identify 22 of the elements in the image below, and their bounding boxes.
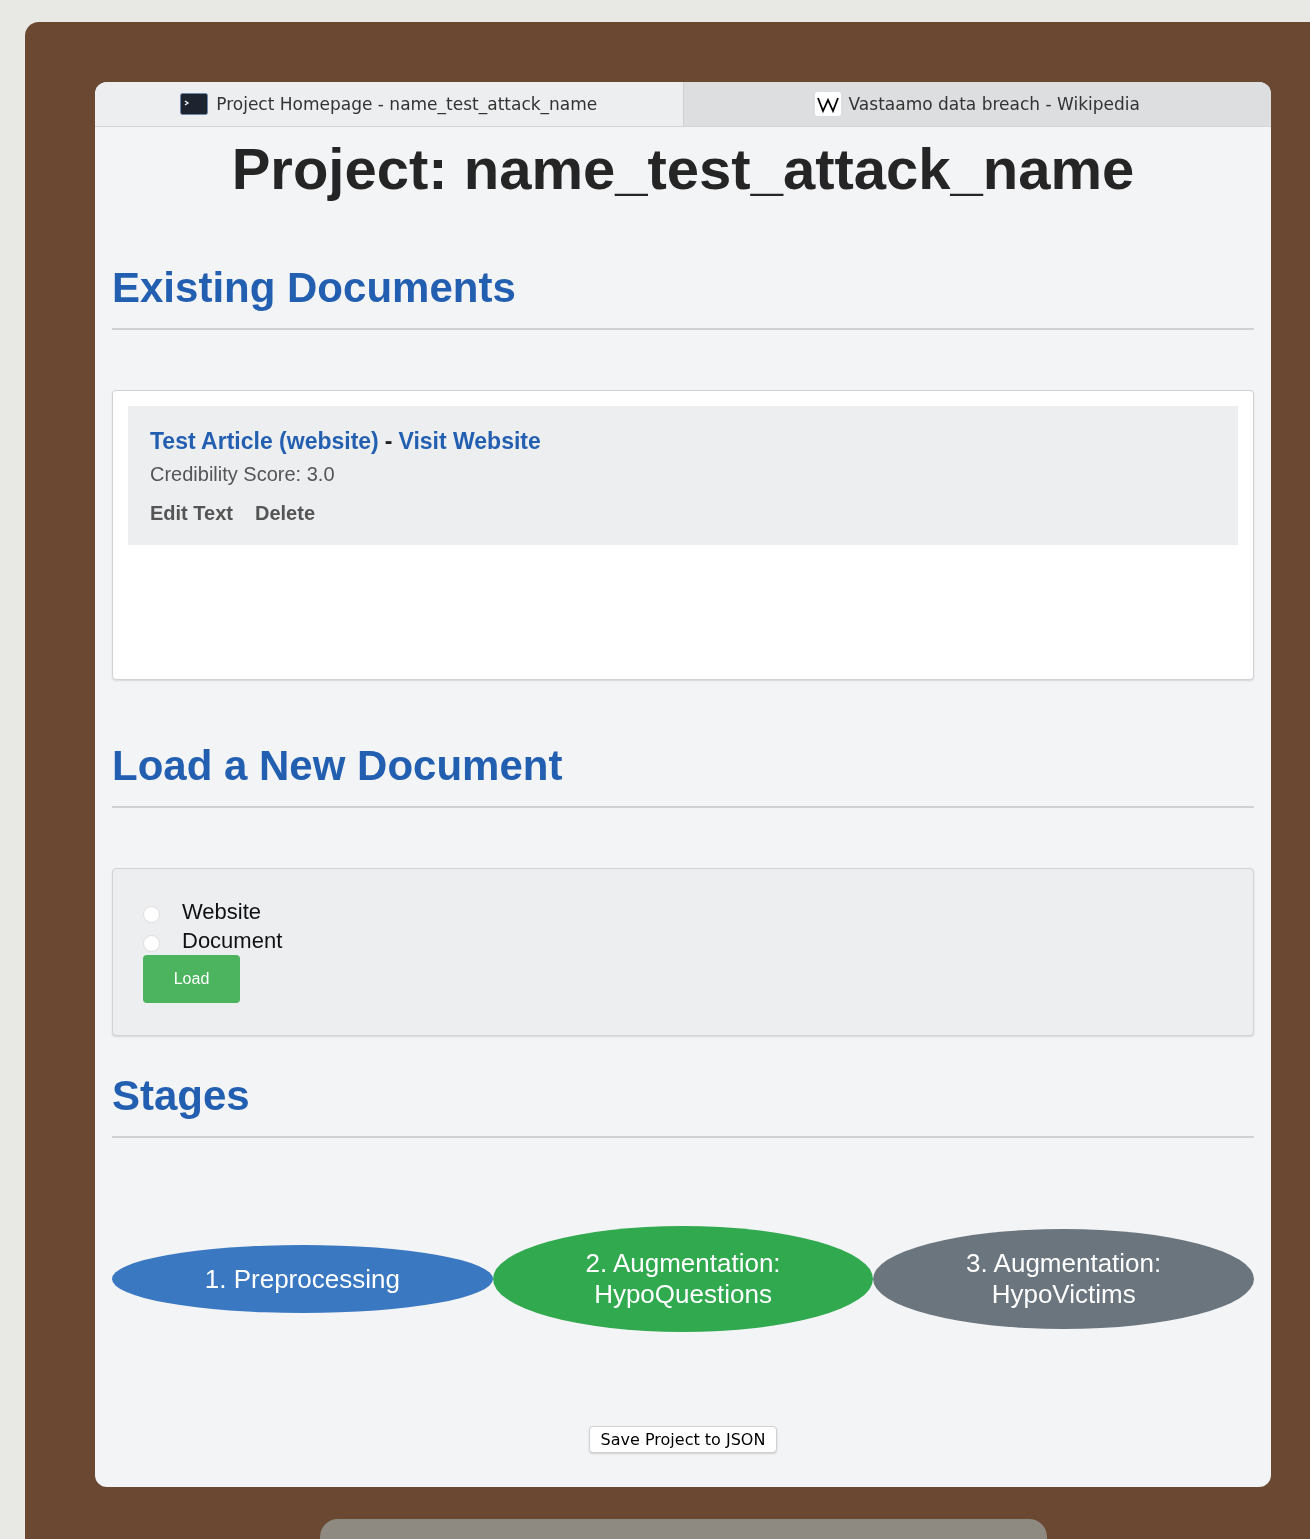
stage-node[interactable]: 1. Preprocessing	[112, 1245, 493, 1313]
radio-label: Website	[182, 898, 262, 925]
browser-tab[interactable]: Project Homepage - name_test_attack_name	[95, 82, 684, 126]
visit-website-link[interactable]: Visit Website	[398, 428, 541, 455]
page-title: Project: name_test_attack_name	[230, 135, 1136, 202]
separator-text: -	[384, 428, 393, 455]
browser-tab[interactable]: Vastaamo data breach - Wikipedia	[683, 82, 1271, 126]
section-heading: Existing Documents	[112, 264, 517, 312]
terminal-icon	[180, 93, 209, 115]
action-link[interactable]: Edit Text	[150, 502, 233, 525]
stage-node[interactable]: 3. Augmentation: HypoVictims	[873, 1229, 1254, 1329]
save-button[interactable]: Save Project to JSON	[588, 1426, 778, 1453]
wiki-icon	[814, 92, 841, 116]
radio-button[interactable]	[143, 906, 160, 923]
section-heading: Load a New Document	[112, 742, 564, 790]
document-link[interactable]: Test Article (website)	[150, 428, 379, 455]
stage-node[interactable]: 2. Augmentation: HypoQuestions	[492, 1226, 874, 1332]
section-heading: Stages	[112, 1072, 251, 1120]
radio-label: Document	[182, 927, 283, 954]
radio-button[interactable]	[143, 935, 160, 952]
action-link[interactable]: Delete	[254, 502, 315, 525]
credibility-score: Credibility Score: 3.0	[150, 463, 336, 486]
